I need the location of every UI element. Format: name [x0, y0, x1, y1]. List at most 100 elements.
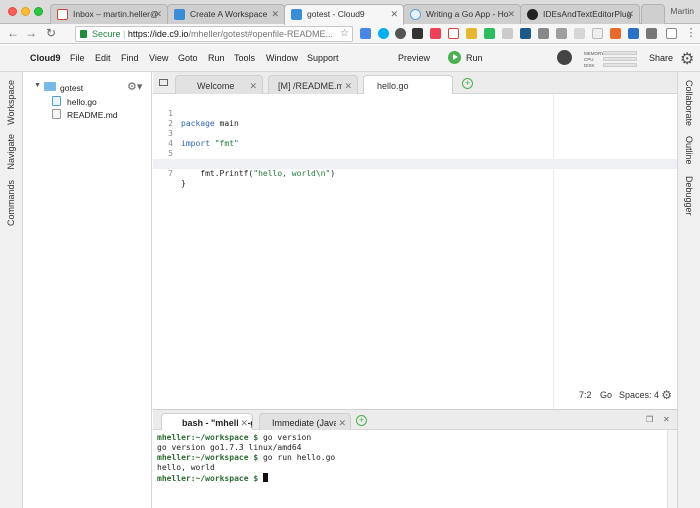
editor-tab-bar: Welcome ✕ [M] /README.md ✕ hello.go + [153, 72, 677, 95]
menu-view[interactable]: View [149, 53, 168, 63]
cursor-position[interactable]: 7:2 [579, 390, 592, 400]
panel-tab-navigate[interactable]: Navigate [6, 134, 16, 170]
run-icon[interactable] [448, 51, 461, 64]
panel-tab-workspace[interactable]: Workspace [6, 80, 16, 125]
panel-tab-debugger[interactable]: Debugger [684, 176, 694, 216]
editor-status-bar: 7:2 Go Spaces: 4 ⚙ [153, 388, 677, 404]
menu-window[interactable]: Window [266, 53, 298, 63]
close-pane-icon[interactable]: ✕ [663, 415, 670, 424]
terminal-output[interactable]: mheller:~/workspace $ go version go vers… [153, 430, 677, 508]
code-editor[interactable]: 1 package main 2 3 import "fmt" 4 5 func… [153, 94, 677, 409]
restore-pane-icon[interactable]: ❐ [646, 415, 653, 424]
new-tab-button[interactable] [641, 4, 665, 24]
browser-tab-ides-plugins[interactable]: IDEsAndTextEditorPlug ✕ [520, 4, 640, 24]
menu-file[interactable]: File [70, 53, 85, 63]
maximize-window-button[interactable] [34, 7, 43, 16]
reload-icon[interactable]: ↻ [44, 26, 58, 40]
browser-tab-create-workspace[interactable]: Create A Workspace ✕ [167, 4, 285, 24]
chrome-menu-icon[interactable]: ⋮ [684, 26, 698, 39]
tree-root-folder[interactable]: gotest [60, 83, 83, 93]
browser-tab-inbox[interactable]: Inbox – martin.heller@ ✕ [50, 4, 168, 24]
note-extension-icon[interactable] [520, 28, 531, 39]
skype-extension-icon[interactable] [378, 28, 389, 39]
close-icon[interactable]: ✕ [390, 9, 398, 20]
bookmark-star-icon[interactable]: ☆ [340, 28, 349, 39]
panel-tab-commands[interactable]: Commands [6, 180, 16, 226]
code-line-5[interactable]: 5 func main() { [153, 139, 677, 168]
browser-tab-writing-go-app[interactable]: Writing a Go App - Ho ✕ [403, 4, 521, 24]
code-line-4[interactable]: 4 [153, 129, 677, 148]
browser-tab-title: gotest - Cloud9 [307, 9, 365, 19]
indent-setting[interactable]: Spaces: 4 [619, 390, 659, 400]
box-extension-icon[interactable] [502, 28, 513, 39]
menu-tools[interactable]: Tools [234, 53, 255, 63]
tree-expand-arrow[interactable]: ▼ [34, 82, 41, 89]
evernote-extension-icon[interactable] [484, 28, 495, 39]
browser-tab-gotest[interactable]: gotest - Cloud9 ✕ [284, 4, 404, 25]
word-extension-icon[interactable] [592, 28, 603, 39]
close-icon[interactable]: ✕ [342, 81, 352, 92]
terminal-command: go version [258, 433, 312, 442]
avatar[interactable] [557, 50, 572, 65]
profile-name[interactable]: Martin [670, 6, 694, 16]
close-icon[interactable]: ✕ [626, 9, 634, 20]
code-line-6[interactable]: 6 fmt.Printf("hello, world\n") [153, 149, 677, 178]
address-bar[interactable]: Secure | https://ide.c9.io/mheller/gotes… [75, 26, 353, 42]
terminal-cursor [262, 473, 268, 482]
gear-icon[interactable]: ⚙ [661, 388, 672, 402]
code-line-2[interactable]: 2 [153, 109, 677, 128]
menu-find[interactable]: Find [121, 53, 139, 63]
share-button[interactable]: Share [649, 53, 673, 63]
back-icon[interactable]: ← [6, 26, 20, 40]
video-extension-icon[interactable] [412, 28, 423, 39]
grid-extension-icon[interactable] [646, 28, 657, 39]
editor-tab-hello-go[interactable]: hello.go [363, 75, 453, 95]
gear-icon[interactable]: ⚙▾ [127, 80, 142, 93]
terminal-tab-bash[interactable]: bash - "mheller-g ✕ [161, 413, 253, 431]
menu-goto[interactable]: Goto [178, 53, 198, 63]
tab-list-icon[interactable] [159, 79, 168, 86]
minimize-window-button[interactable] [21, 7, 30, 16]
close-icon[interactable]: ✕ [507, 9, 515, 20]
editor-tab-welcome[interactable]: Welcome ✕ [175, 75, 263, 94]
translate-extension-icon[interactable] [360, 28, 371, 39]
gear-icon[interactable]: ⚙ [680, 49, 694, 69]
close-icon[interactable]: ✕ [271, 9, 279, 20]
tree-file-hello-go[interactable]: hello.go [67, 97, 97, 107]
code-line-7[interactable]: 7 } [153, 159, 677, 188]
camera-extension-icon[interactable] [538, 28, 549, 39]
terminal-tab-immediate[interactable]: Immediate (Java ✕ [259, 413, 351, 431]
preview-button[interactable]: Preview [398, 53, 430, 63]
menu-run[interactable]: Run [208, 53, 225, 63]
close-icon[interactable]: ✕ [238, 418, 248, 429]
add-terminal-icon[interactable]: + [356, 415, 367, 426]
tree-file-readme[interactable]: README.md [67, 110, 118, 120]
type-extension-icon[interactable] [574, 28, 585, 39]
pocket-extension-icon[interactable] [430, 28, 441, 39]
list-extension-icon[interactable] [628, 28, 639, 39]
panel-tab-collaborate[interactable]: Collaborate [684, 80, 694, 126]
gmail-extension-icon[interactable] [448, 28, 459, 39]
hangout-extension-icon[interactable] [556, 28, 567, 39]
settings-extension-icon[interactable] [395, 28, 406, 39]
run-button[interactable]: Run [466, 53, 483, 63]
close-icon[interactable]: ✕ [154, 9, 162, 20]
code-line-1[interactable]: 1 package main [153, 99, 677, 128]
reader-extension-icon[interactable] [610, 28, 621, 39]
menu-support[interactable]: Support [307, 53, 339, 63]
editor-tab-label: [M] /README.md [278, 81, 350, 91]
language-mode[interactable]: Go [600, 390, 612, 400]
panel-tab-outline[interactable]: Outline [684, 136, 694, 165]
terminal-scrollbar[interactable] [667, 430, 677, 508]
forward-icon[interactable]: → [24, 26, 38, 40]
add-tab-icon[interactable]: + [462, 78, 473, 89]
code-line-3[interactable]: 3 import "fmt" [153, 119, 677, 148]
close-icon[interactable]: ✕ [336, 418, 346, 429]
shop-extension-icon[interactable] [466, 28, 477, 39]
cloud9-menu[interactable]: Cloud9 [30, 53, 61, 63]
close-icon[interactable]: ✕ [249, 81, 257, 92]
editor-tab-readme[interactable]: [M] /README.md ✕ [268, 75, 358, 94]
cast-icon[interactable] [666, 28, 677, 39]
close-window-button[interactable] [8, 7, 17, 16]
menu-edit[interactable]: Edit [95, 53, 111, 63]
